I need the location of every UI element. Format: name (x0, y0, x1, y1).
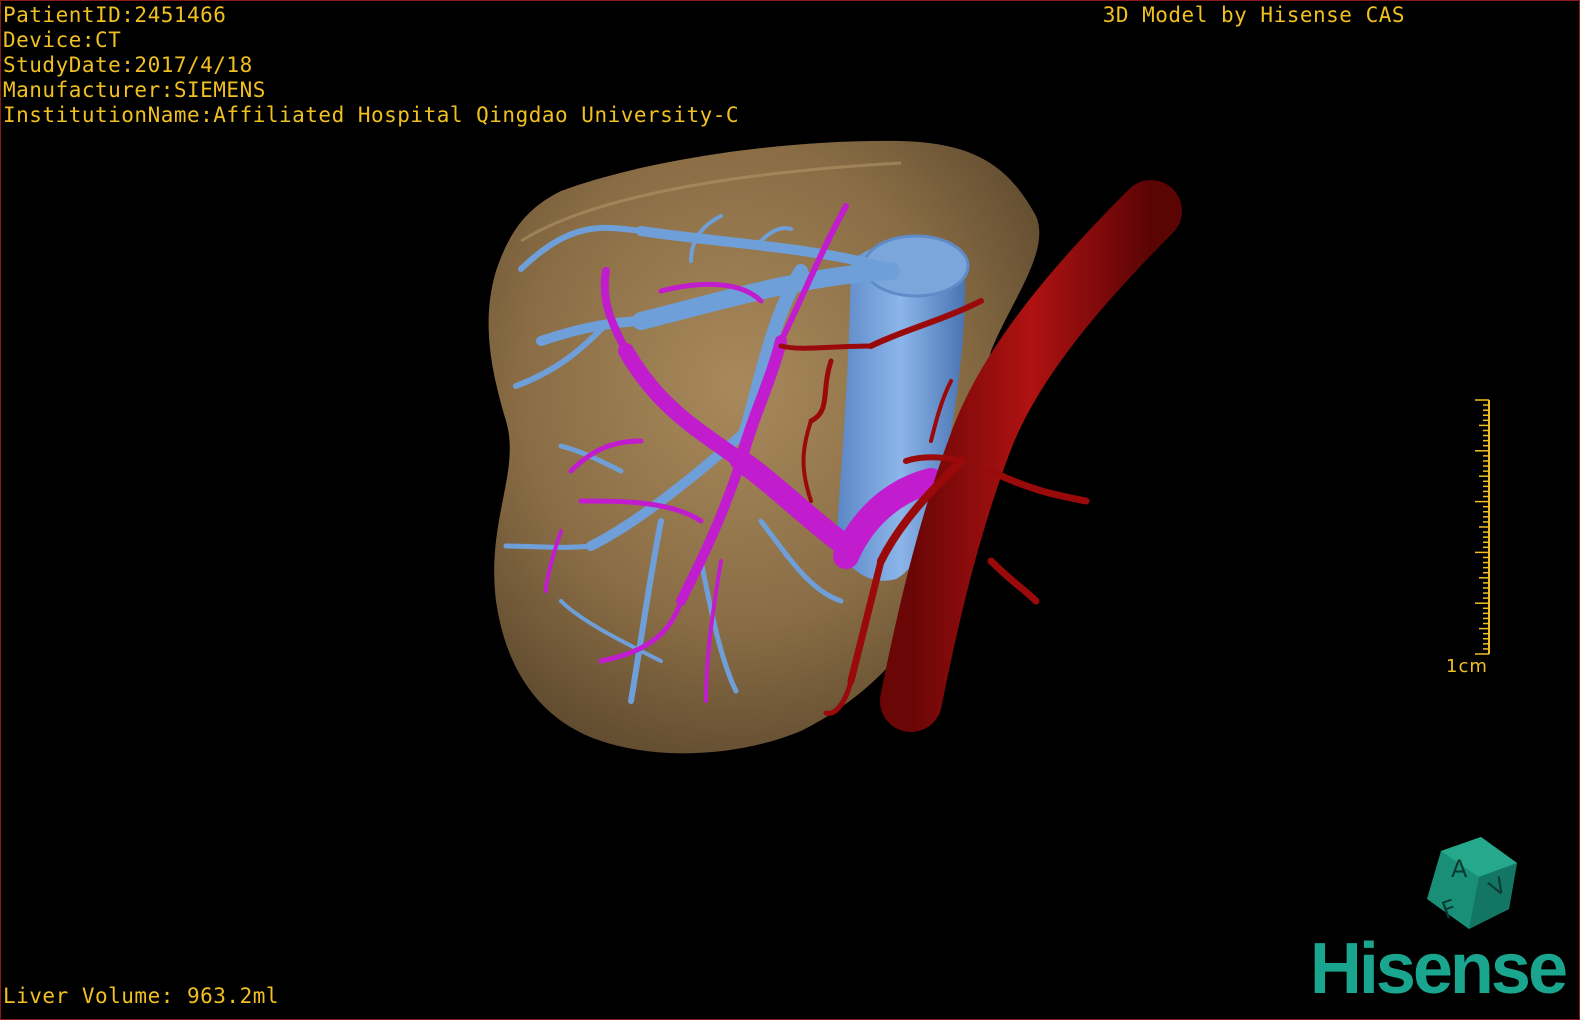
study-date: StudyDate:2017/4/18 (3, 53, 253, 77)
scale-bar-icon (1475, 399, 1490, 655)
model-title: 3D Model by Hisense CAS (1102, 3, 1405, 27)
patient-id: PatientID:2451466 (3, 3, 227, 27)
render-viewport[interactable]: PatientID:2451466 Device:CT StudyDate:2017… (0, 0, 1580, 1020)
hisense-logo: Hisense (1309, 929, 1568, 1009)
dicom-info-panel: PatientID:2451466 Device:CT StudyDate:2017… (3, 3, 739, 128)
device: Device:CT (3, 28, 122, 52)
orientation-letter-a: A (1451, 855, 1468, 883)
orientation-cube-icon[interactable]: A F V (1421, 833, 1521, 933)
manufacturer: Manufacturer:SIEMENS (3, 78, 266, 102)
institution-name: InstitutionName:Affiliated Hospital Qing… (3, 103, 740, 127)
scale-label: 1cm (1446, 656, 1488, 677)
liver-volume: Liver Volume: 963.2ml (3, 984, 280, 1008)
liver-3d-model[interactable] (1, 1, 1580, 1020)
